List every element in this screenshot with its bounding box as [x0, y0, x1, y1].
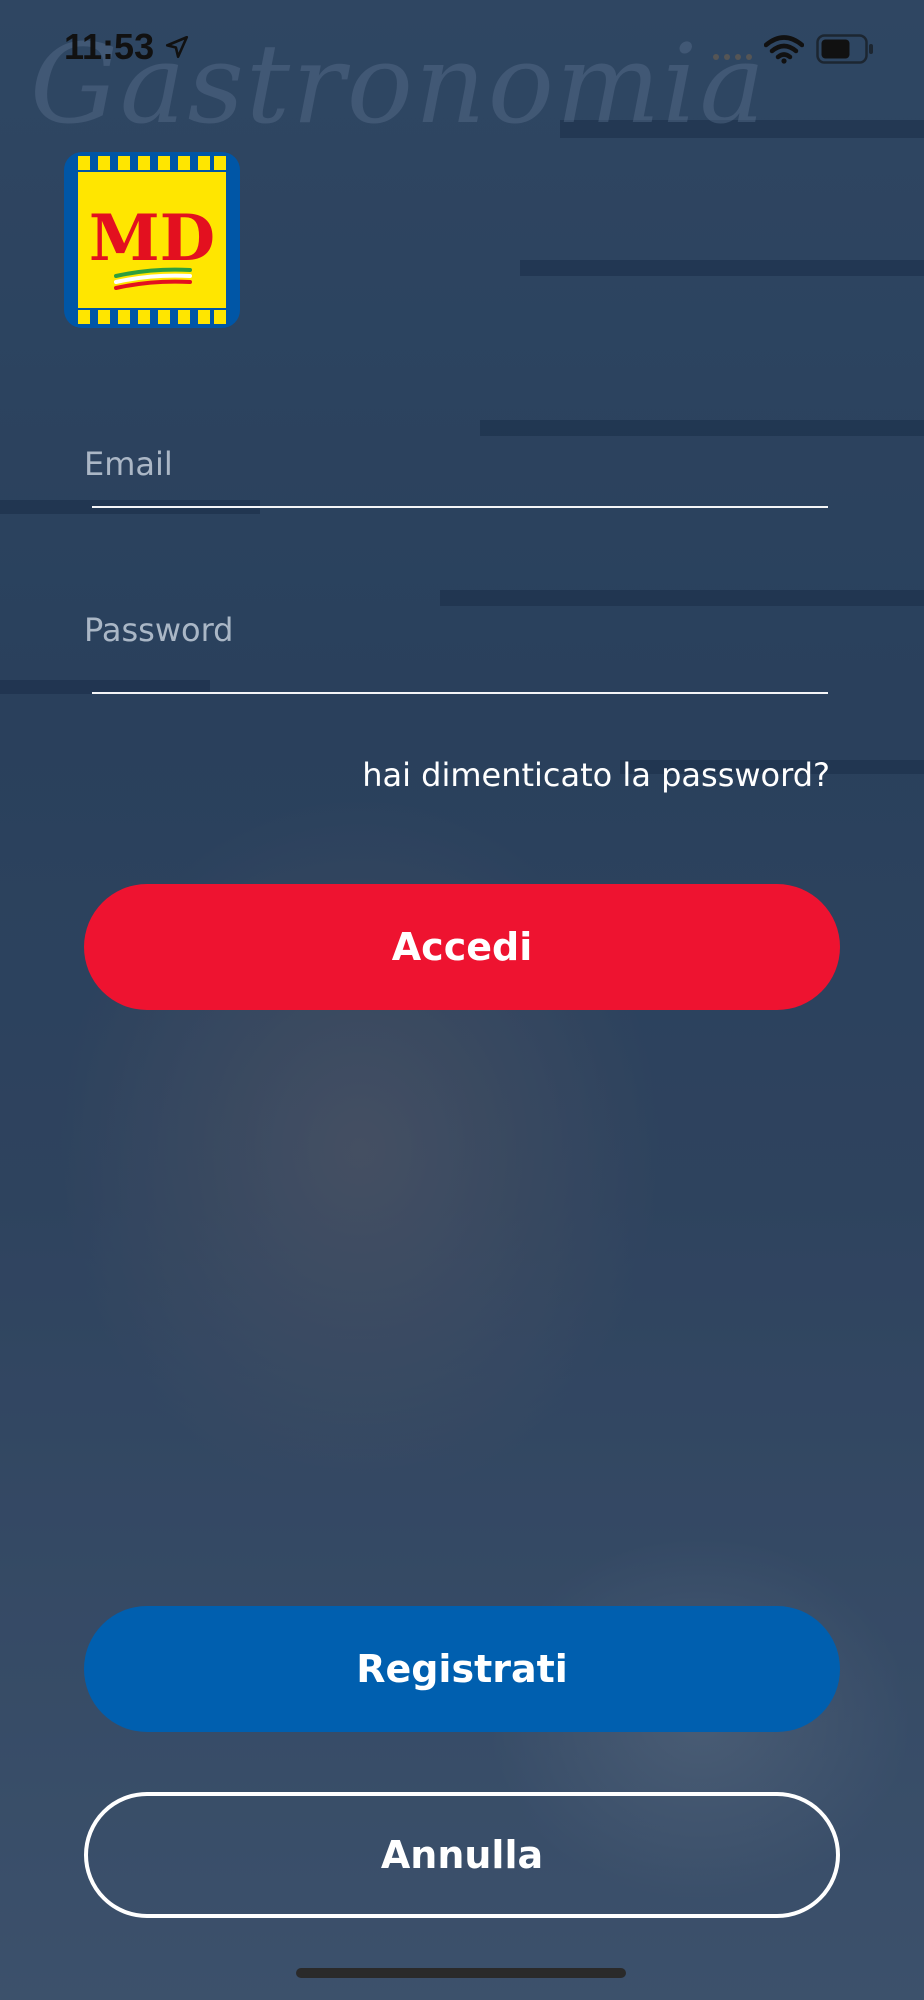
password-field — [84, 598, 828, 698]
password-input[interactable] — [84, 598, 828, 662]
cancel-button[interactable]: Annulla — [84, 1792, 840, 1918]
cellular-signal-icon — [713, 54, 752, 60]
register-button-label: Registrati — [356, 1647, 568, 1691]
status-bar: 11:53 — [0, 0, 924, 100]
battery-icon — [816, 34, 873, 64]
email-field — [84, 432, 828, 512]
cancel-button-label: Annulla — [380, 1833, 544, 1877]
email-input[interactable] — [84, 432, 828, 496]
status-time: 11:53 — [64, 26, 155, 67]
forgot-password-link[interactable]: hai dimenticato la password? — [362, 756, 830, 794]
email-underline — [92, 506, 828, 508]
register-button[interactable]: Registrati — [84, 1606, 840, 1732]
md-logo: MD — [64, 152, 240, 328]
location-arrow-icon — [165, 35, 189, 59]
home-indicator — [296, 1968, 626, 1978]
logo-text: MD — [89, 201, 215, 276]
wifi-icon — [764, 35, 804, 64]
login-button-label: Accedi — [391, 925, 533, 969]
password-underline — [92, 692, 828, 694]
login-button[interactable]: Accedi — [84, 884, 840, 1010]
